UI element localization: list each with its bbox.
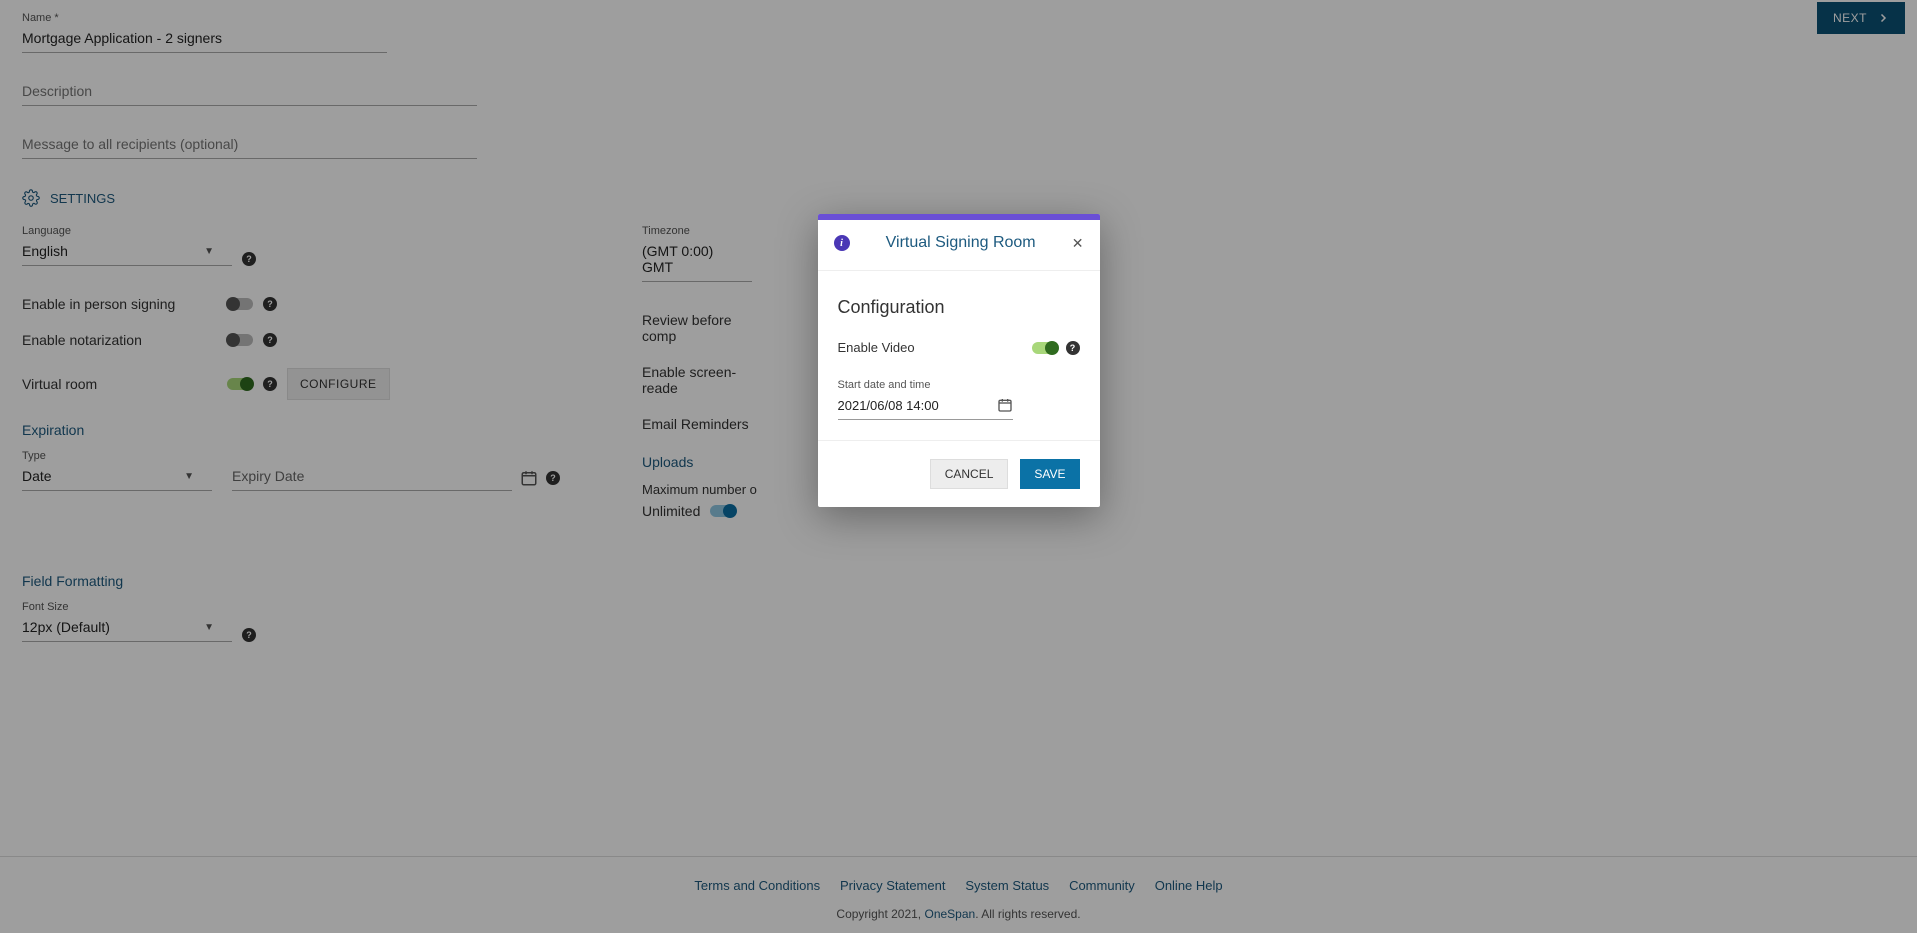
start-date-label: Start date and time: [838, 379, 1080, 391]
modal-actions: CANCEL SAVE: [818, 440, 1100, 507]
start-date-value: 2021/06/08 14:00: [838, 398, 939, 413]
modal-overlay[interactable]: i Virtual Signing Room ✕ Configuration E…: [0, 0, 1917, 933]
modal-header: i Virtual Signing Room ✕: [818, 220, 1100, 271]
enable-video-label: Enable Video: [838, 340, 915, 355]
help-icon[interactable]: ?: [1066, 341, 1080, 355]
modal-body: Configuration Enable Video ? Start date …: [818, 271, 1100, 440]
modal-title: Virtual Signing Room: [862, 234, 1060, 252]
close-icon[interactable]: ✕: [1072, 236, 1084, 250]
enable-video-toggle[interactable]: [1032, 342, 1058, 354]
cancel-button[interactable]: CANCEL: [930, 459, 1009, 489]
save-button[interactable]: SAVE: [1020, 459, 1079, 489]
enable-video-row: Enable Video ?: [838, 340, 1080, 355]
virtual-signing-room-modal: i Virtual Signing Room ✕ Configuration E…: [818, 214, 1100, 507]
start-date-input[interactable]: 2021/06/08 14:00: [838, 393, 1013, 420]
calendar-icon[interactable]: [997, 397, 1013, 413]
start-date-field: Start date and time 2021/06/08 14:00: [838, 379, 1080, 420]
configuration-heading: Configuration: [838, 297, 1080, 318]
info-icon: i: [834, 235, 850, 251]
